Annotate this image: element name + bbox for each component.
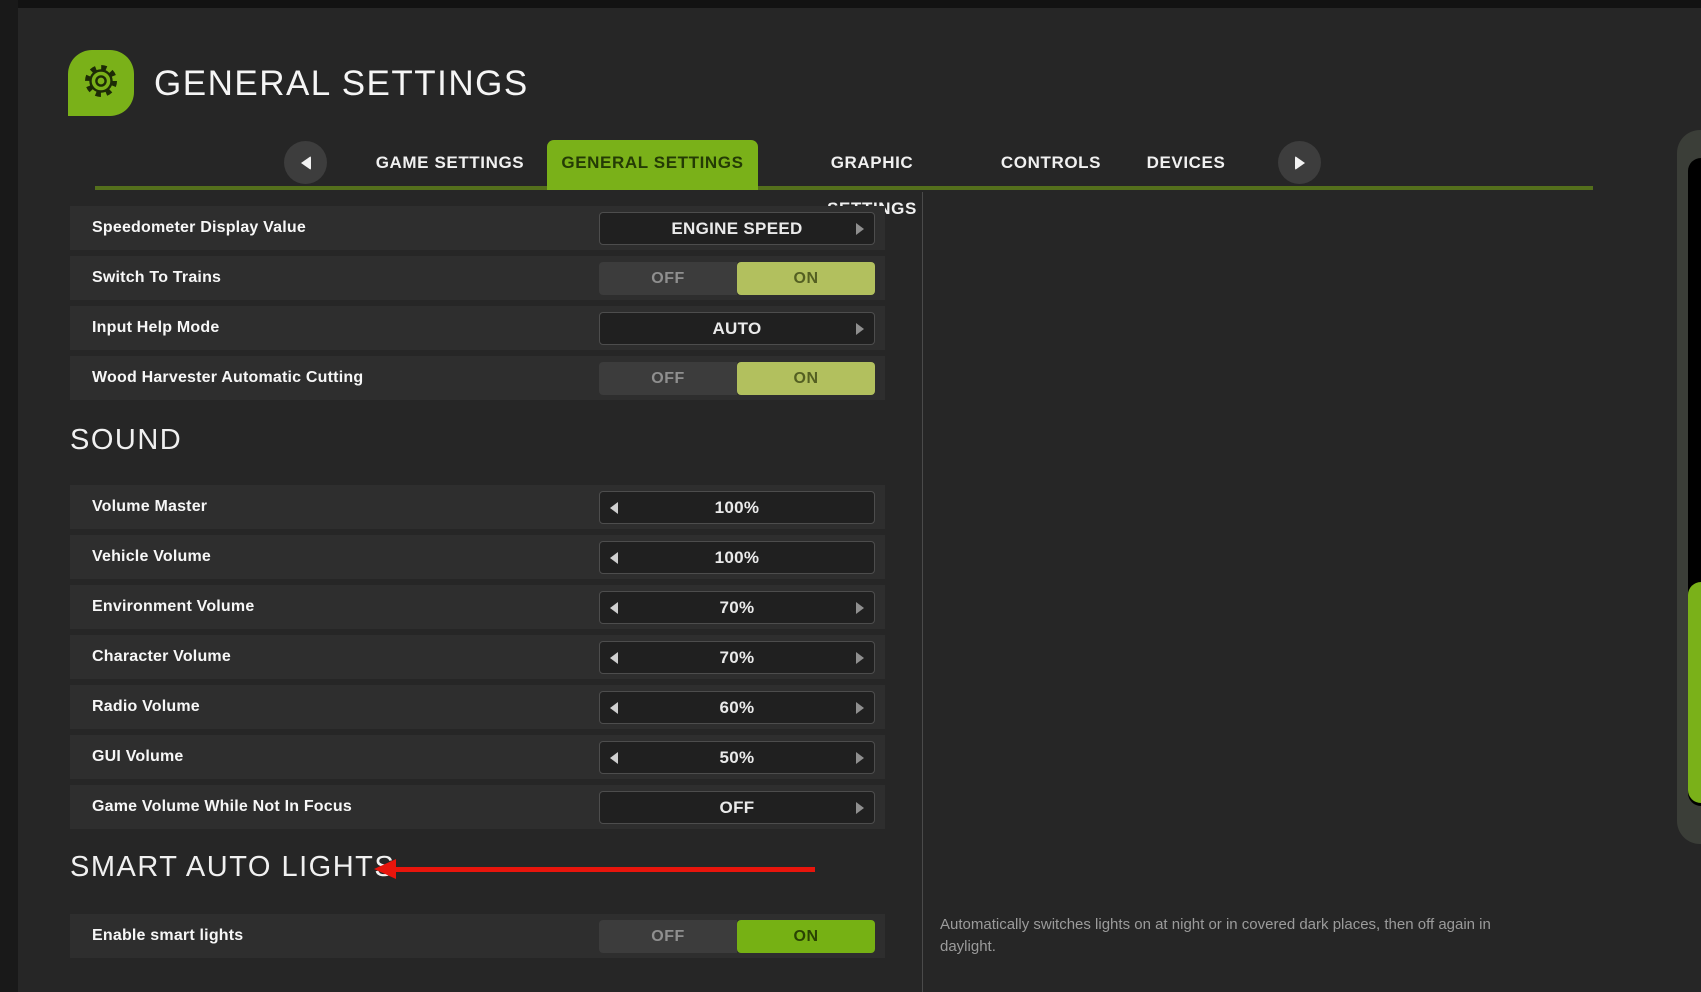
tab-underline — [95, 186, 1593, 190]
stepper-value: 100% — [715, 498, 760, 518]
decrease-icon[interactable] — [610, 752, 618, 764]
select-value: OFF — [720, 798, 755, 818]
setting-row-enable-smart-lights: Enable smart lights OFF ON — [70, 914, 885, 958]
gui-volume-stepper[interactable]: 50% — [599, 741, 875, 774]
setting-row-switch-to-trains: Switch To Trains OFF ON — [70, 256, 885, 300]
tab-game-settings[interactable]: GAME SETTINGS — [372, 140, 528, 186]
setting-label: Game Volume While Not In Focus — [92, 798, 352, 816]
panel-divider — [922, 192, 923, 992]
input-help-mode-select[interactable]: AUTO — [599, 312, 875, 345]
select-value: ENGINE SPEED — [671, 219, 802, 239]
setting-row-environment-volume: Environment Volume 70% — [70, 585, 885, 629]
toggle-on-button[interactable]: ON — [737, 362, 875, 395]
increase-icon[interactable] — [856, 652, 864, 664]
setting-label: Wood Harvester Automatic Cutting — [92, 369, 363, 387]
tabs-prev-button[interactable] — [284, 141, 327, 184]
section-header-sound: SOUND — [70, 424, 182, 457]
section-header-smart-auto-lights: SMART AUTO LIGHTS — [70, 851, 395, 884]
setting-row-vehicle-volume: Vehicle Volume 100% — [70, 535, 885, 579]
scrollbar-thumb[interactable] — [1688, 582, 1701, 803]
setting-label: Input Help Mode — [92, 319, 219, 337]
setting-row-speedometer-display-value: Speedometer Display Value ENGINE SPEED — [70, 206, 885, 250]
tabs-next-button[interactable] — [1278, 141, 1321, 184]
setting-row-volume-master: Volume Master 100% — [70, 485, 885, 529]
switch-to-trains-toggle: OFF ON — [599, 262, 875, 295]
tab-underline-active-segment — [547, 186, 758, 190]
volume-master-stepper[interactable]: 100% — [599, 491, 875, 524]
setting-label: Speedometer Display Value — [92, 219, 306, 237]
environment-volume-stepper[interactable]: 70% — [599, 591, 875, 624]
settings-app-icon — [68, 50, 134, 116]
stepper-value: 50% — [720, 748, 755, 768]
toggle-on-button[interactable]: ON — [737, 920, 875, 953]
speedometer-display-value-select[interactable]: ENGINE SPEED — [599, 212, 875, 245]
page-title: GENERAL SETTINGS — [154, 60, 529, 108]
setting-label: Environment Volume — [92, 598, 254, 616]
setting-row-game-volume-not-in-focus: Game Volume While Not In Focus OFF — [70, 785, 885, 829]
annotation-arrow-head-icon — [374, 859, 396, 879]
select-value: AUTO — [712, 319, 761, 339]
radio-volume-stepper[interactable]: 60% — [599, 691, 875, 724]
decrease-icon[interactable] — [610, 552, 618, 564]
setting-row-character-volume: Character Volume 70% — [70, 635, 885, 679]
next-option-icon[interactable] — [856, 323, 864, 335]
chevron-right-icon — [1295, 156, 1305, 170]
gear-icon — [79, 59, 123, 108]
toggle-off-button[interactable]: OFF — [599, 920, 737, 953]
increase-icon[interactable] — [856, 752, 864, 764]
annotation-arrow-line — [394, 867, 815, 872]
chevron-left-icon — [301, 156, 311, 170]
toggle-off-button[interactable]: OFF — [599, 262, 737, 295]
window-top-border — [0, 0, 1701, 8]
stepper-value: 70% — [720, 598, 755, 618]
decrease-icon[interactable] — [610, 652, 618, 664]
setting-label: Vehicle Volume — [92, 548, 211, 566]
setting-label: Enable smart lights — [92, 927, 243, 945]
setting-label: Switch To Trains — [92, 269, 221, 287]
setting-label: Volume Master — [92, 498, 207, 516]
tab-devices[interactable]: DEVICES — [1136, 140, 1236, 186]
stepper-value: 60% — [720, 698, 755, 718]
increase-icon[interactable] — [856, 702, 864, 714]
setting-row-radio-volume: Radio Volume 60% — [70, 685, 885, 729]
tab-general-settings[interactable]: GENERAL SETTINGS — [547, 140, 758, 186]
setting-description-text: Automatically switches lights on at nigh… — [940, 914, 1500, 958]
stepper-value: 70% — [720, 648, 755, 668]
setting-row-input-help-mode: Input Help Mode AUTO — [70, 306, 885, 350]
setting-label: Character Volume — [92, 648, 231, 666]
wood-harvester-toggle: OFF ON — [599, 362, 875, 395]
setting-label: Radio Volume — [92, 698, 200, 716]
setting-label: GUI Volume — [92, 748, 184, 766]
setting-row-wood-harvester-automatic-cutting: Wood Harvester Automatic Cutting OFF ON — [70, 356, 885, 400]
increase-icon[interactable] — [856, 602, 864, 614]
next-option-icon[interactable] — [856, 223, 864, 235]
tab-controls[interactable]: CONTROLS — [992, 140, 1110, 186]
decrease-icon[interactable] — [610, 602, 618, 614]
vehicle-volume-stepper[interactable]: 100% — [599, 541, 875, 574]
game-volume-not-in-focus-select[interactable]: OFF — [599, 791, 875, 824]
toggle-on-button[interactable]: ON — [737, 262, 875, 295]
window-left-border — [0, 0, 18, 992]
setting-row-gui-volume: GUI Volume 50% — [70, 735, 885, 779]
stepper-value: 100% — [715, 548, 760, 568]
next-option-icon[interactable] — [856, 802, 864, 814]
tab-graphic-settings[interactable]: GRAPHIC SETTINGS — [786, 140, 958, 186]
decrease-icon[interactable] — [610, 702, 618, 714]
toggle-off-button[interactable]: OFF — [599, 362, 737, 395]
decrease-icon[interactable] — [610, 502, 618, 514]
character-volume-stepper[interactable]: 70% — [599, 641, 875, 674]
enable-smart-lights-toggle: OFF ON — [599, 920, 875, 953]
